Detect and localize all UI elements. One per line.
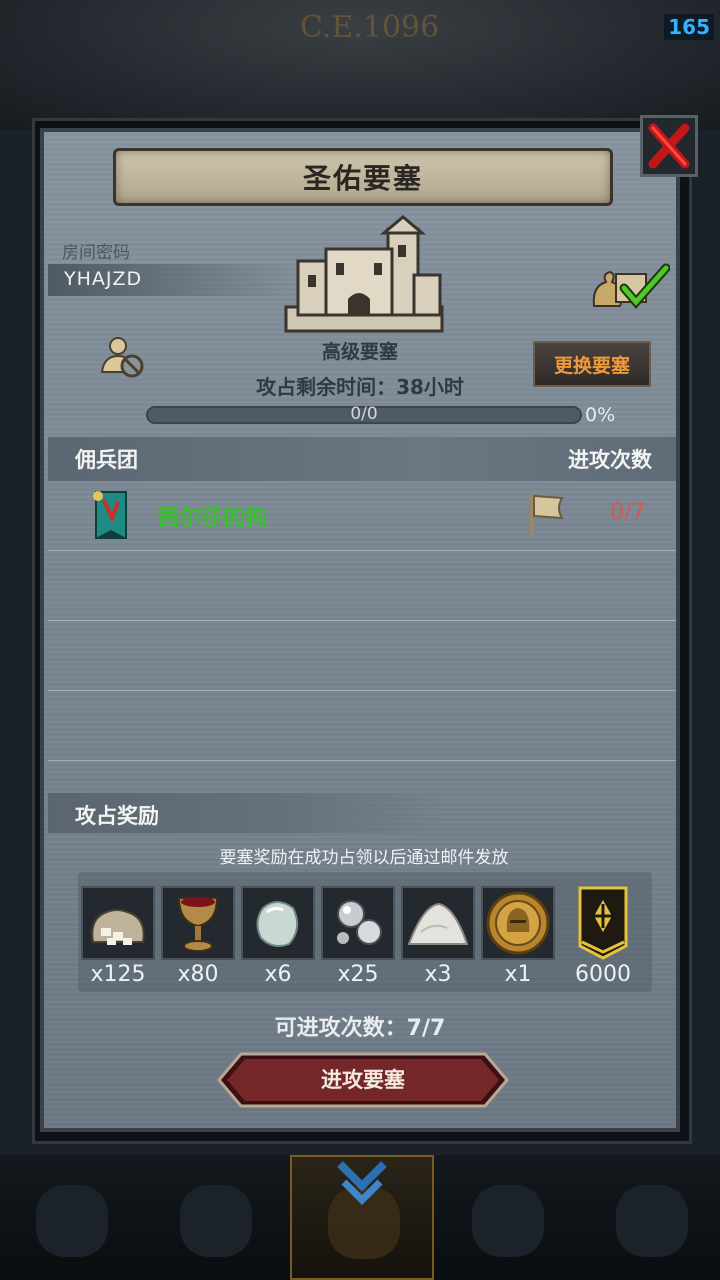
goblet-icon bbox=[177, 897, 219, 952]
fortress-castle-icon bbox=[284, 215, 444, 333]
nav-castle[interactable] bbox=[436, 1155, 580, 1280]
empty-row bbox=[48, 691, 676, 761]
guild-row[interactable] bbox=[48, 481, 676, 551]
reward-qty: x80 bbox=[177, 962, 219, 987]
reward-note: 要塞奖励在成功占领以后通过邮件发放 bbox=[219, 848, 509, 868]
reward-qty: x125 bbox=[90, 962, 146, 987]
supply-check-icon[interactable] bbox=[590, 260, 670, 310]
silver-orbs-icon bbox=[337, 900, 382, 945]
guild-name[interactable]: 茜尔莎的狗 bbox=[157, 500, 267, 532]
nav-guild[interactable] bbox=[580, 1155, 720, 1280]
room-password-value[interactable]: YHAJZD bbox=[64, 268, 142, 290]
attacks-available: 可进攻次数：7/7 bbox=[274, 1016, 446, 1041]
knight-medal-icon bbox=[486, 891, 550, 955]
castle-nav-icon bbox=[472, 1185, 544, 1257]
reward-slot-gem[interactable] bbox=[241, 886, 315, 960]
header-mercenary-guild: 佣兵团 bbox=[75, 448, 138, 472]
attack-flag-icon bbox=[530, 494, 564, 536]
reward-qty: 6000 bbox=[575, 962, 631, 987]
reward-slot-orbs[interactable] bbox=[321, 886, 395, 960]
room-password-label: 房间密码 bbox=[62, 243, 130, 263]
fps-counter: 165 bbox=[664, 14, 714, 40]
progress-count: 0/0 bbox=[350, 404, 378, 424]
reward-qty: x6 bbox=[264, 962, 292, 987]
progress-percent: 0% bbox=[585, 404, 616, 426]
reward-slot-salt[interactable] bbox=[401, 886, 475, 960]
gem-stone-icon bbox=[256, 901, 299, 947]
era-year: C.E.1096 bbox=[300, 10, 440, 45]
no-visitors-icon[interactable] bbox=[98, 332, 146, 380]
guild-nav-icon bbox=[616, 1185, 688, 1257]
header-attack-count: 进攻次数 bbox=[568, 448, 652, 472]
reward-slot-ore[interactable] bbox=[81, 886, 155, 960]
dialog-title: 圣佑要塞 bbox=[302, 162, 423, 195]
guild-banner-icon bbox=[93, 491, 127, 539]
salt-pile-icon bbox=[407, 902, 469, 945]
rank-banner-icon[interactable] bbox=[578, 886, 628, 960]
nav-team[interactable] bbox=[144, 1155, 288, 1280]
reward-title: 攻占奖励 bbox=[75, 804, 159, 828]
reward-slot-goblet[interactable] bbox=[161, 886, 235, 960]
title-plate: 圣佑要塞 bbox=[113, 148, 613, 206]
reward-qty: x25 bbox=[337, 962, 379, 987]
chevron-down-icon bbox=[337, 1161, 387, 1205]
knight-icon bbox=[36, 1185, 108, 1257]
ore-sack-icon bbox=[91, 909, 145, 945]
attack-fortress-button[interactable]: 进攻要塞 bbox=[217, 1052, 509, 1108]
nav-hero[interactable] bbox=[0, 1155, 144, 1280]
empty-row bbox=[48, 551, 676, 621]
helmet-icon bbox=[180, 1185, 252, 1257]
guild-attack-count: 0/7 bbox=[610, 500, 646, 525]
empty-row bbox=[48, 621, 676, 691]
close-button[interactable] bbox=[640, 115, 698, 177]
reward-qty: x3 bbox=[424, 962, 452, 987]
close-icon bbox=[648, 123, 690, 169]
attack-button-label: 进攻要塞 bbox=[321, 1068, 405, 1092]
change-fortress-button[interactable]: 更换要塞 bbox=[533, 341, 651, 387]
reward-slot-medal[interactable] bbox=[481, 886, 555, 960]
reward-qty: x1 bbox=[504, 962, 532, 987]
